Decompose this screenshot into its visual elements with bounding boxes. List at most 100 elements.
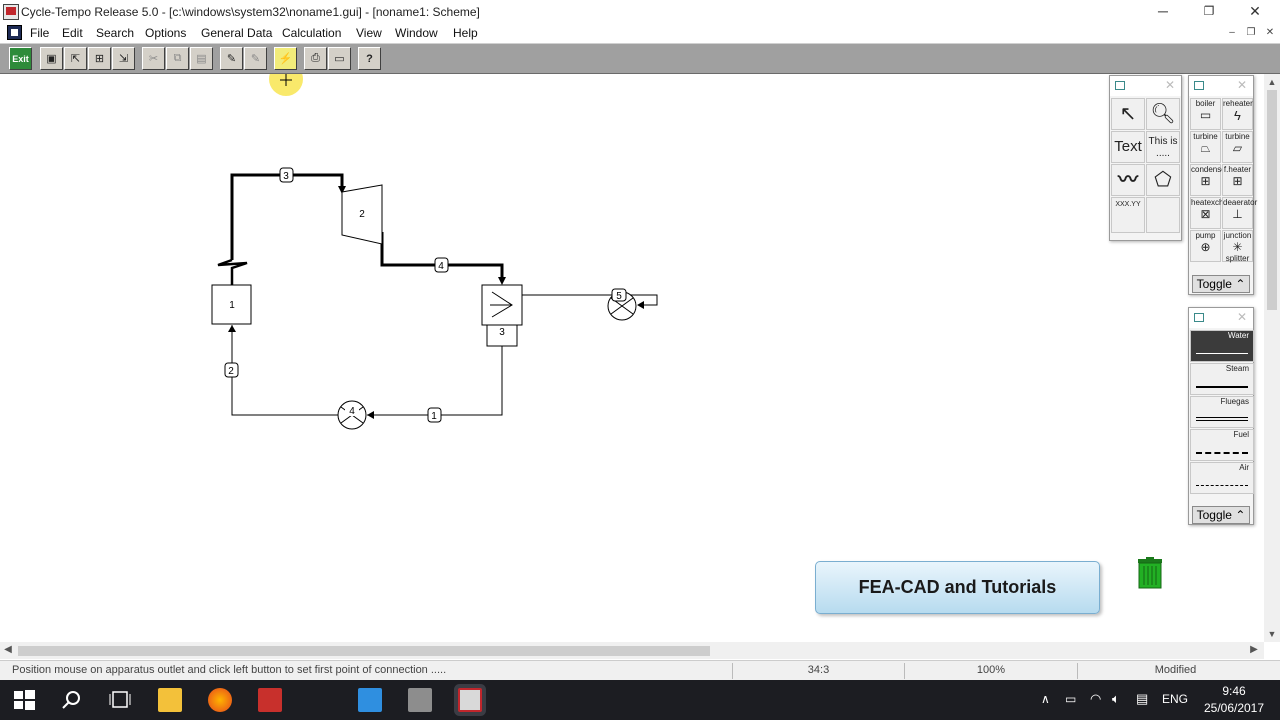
horizontal-scroll-thumb[interactable]	[18, 646, 710, 656]
horizontal-scrollbar[interactable]: ◀ ▶	[0, 642, 1264, 659]
palette-f-heater[interactable]: f.heater ⊞	[1222, 164, 1253, 196]
cooling-water-pipe[interactable]	[522, 294, 658, 309]
pipe-2[interactable]	[228, 325, 338, 416]
palette-boiler[interactable]: boiler ▭	[1190, 98, 1221, 130]
vertical-scrollbar[interactable]: ▲ ▼	[1264, 74, 1280, 642]
pin-icon[interactable]	[1194, 81, 1204, 90]
close-icon[interactable]: ✕	[1237, 78, 1247, 92]
calculate-button[interactable]: ⚡	[274, 47, 297, 70]
open-button[interactable]: ⇱	[64, 47, 87, 70]
mdi-minimize-button[interactable]: –	[1225, 27, 1239, 40]
comment-tool[interactable]: This is .....	[1146, 131, 1180, 163]
menu-file[interactable]: File	[30, 26, 49, 40]
palette-turbine-2[interactable]: turbine ⏥	[1222, 131, 1253, 163]
app-window-icon[interactable]	[358, 688, 382, 712]
status-coordinates: 34:3	[732, 663, 904, 679]
menu-options[interactable]: Options	[145, 26, 186, 40]
svg-text:1: 1	[431, 411, 437, 422]
cycle-tempo-taskbar-icon[interactable]	[458, 688, 482, 712]
chevron-up-icon[interactable]: ∧	[1041, 692, 1050, 706]
file-explorer-icon[interactable]	[158, 688, 182, 712]
shape-tool[interactable]: ⬠	[1146, 164, 1180, 196]
zoom-tool[interactable]: 🔍︎	[1146, 98, 1180, 130]
medium-fuel[interactable]: Fuel	[1190, 429, 1254, 461]
menu-window[interactable]: Window	[395, 26, 438, 40]
pipe-3[interactable]	[217, 173, 346, 285]
menu-help[interactable]: Help	[453, 26, 478, 40]
close-icon[interactable]: ✕	[1165, 78, 1175, 92]
text-tool[interactable]: Text	[1111, 131, 1145, 163]
pin-icon[interactable]	[1194, 313, 1204, 322]
vertical-scroll-thumb[interactable]	[1267, 90, 1277, 310]
medium-steam[interactable]: Steam	[1190, 363, 1254, 395]
cut-button[interactable]: ✂	[142, 47, 165, 70]
scroll-down-icon[interactable]: ▼	[1264, 626, 1280, 642]
scheme-canvas[interactable]: 1 2 3 4 5 3 4 2 1	[0, 62, 1264, 642]
notification-icon[interactable]: ▤	[1136, 691, 1148, 707]
menu-edit[interactable]: Edit	[62, 26, 83, 40]
scroll-right-icon[interactable]: ▶	[1246, 642, 1262, 659]
scroll-left-icon[interactable]: ◀	[0, 642, 16, 659]
flashlight-off-button[interactable]: ✎	[244, 47, 267, 70]
language-indicator[interactable]: ENG	[1162, 692, 1188, 706]
palette-junction[interactable]: junction ✳ splitter	[1222, 230, 1253, 263]
speaker-icon[interactable]: 🔈︎	[1112, 691, 1120, 707]
clock-date[interactable]: 25/06/2017	[1200, 701, 1268, 715]
scroll-up-icon[interactable]: ▲	[1264, 74, 1280, 90]
new-scheme-button[interactable]: ▣	[40, 47, 63, 70]
pin-icon[interactable]	[1115, 81, 1125, 90]
print-button[interactable]: ⎙	[304, 47, 327, 70]
palette-turbine[interactable]: turbine ⏢	[1190, 131, 1221, 163]
search-icon[interactable]	[60, 688, 84, 712]
help-button[interactable]: ?	[358, 47, 381, 70]
copy-button[interactable]: ⧉	[166, 47, 189, 70]
chevron-up-icon: ⌃	[1235, 508, 1246, 522]
windows-start-icon[interactable]	[12, 688, 36, 712]
line-tool[interactable]: 〰	[1111, 164, 1145, 196]
status-bar: Position mouse on apparatus outlet and c…	[0, 660, 1280, 680]
close-icon[interactable]: ✕	[1237, 310, 1247, 324]
select-tool[interactable]: ↖	[1111, 98, 1145, 130]
close-button[interactable]: ✕	[1232, 0, 1278, 24]
print-preview-button[interactable]: ▭	[328, 47, 351, 70]
save-button[interactable]: ⊞	[88, 47, 111, 70]
media-toggle-button[interactable]: Toggle ⌃	[1192, 506, 1250, 524]
mdi-close-button[interactable]: ✕	[1263, 27, 1277, 40]
menu-calculation[interactable]: Calculation	[282, 26, 341, 40]
trash-icon[interactable]	[1136, 557, 1164, 589]
save-as-button[interactable]: ⇲	[112, 47, 135, 70]
medium-water[interactable]: Water	[1190, 330, 1254, 362]
palette-condenser[interactable]: condenser ⊞	[1190, 164, 1228, 196]
medium-air[interactable]: Air	[1190, 462, 1254, 494]
firefox-icon[interactable]	[208, 688, 232, 712]
wifi-icon[interactable]: ◠	[1090, 691, 1101, 707]
exit-button[interactable]: Exit	[9, 47, 32, 70]
task-view-icon[interactable]	[108, 688, 132, 712]
palette-heatexch[interactable]: heatexch ⊠	[1190, 197, 1223, 229]
apparatus-cooling-pump[interactable]: 5	[607, 288, 637, 321]
clock-time[interactable]: 9:46	[1200, 684, 1268, 698]
menu-general-data[interactable]: General Data	[201, 26, 272, 40]
app-book-icon[interactable]	[258, 688, 282, 712]
minimize-button[interactable]: ─	[1140, 0, 1186, 24]
palette-deaerator[interactable]: deaerator ⊥	[1222, 197, 1257, 229]
apparatus-pump[interactable]: 4	[337, 400, 367, 430]
scissors-icon: ✂	[148, 53, 159, 65]
paste-button[interactable]: ▤	[190, 47, 213, 70]
mdi-restore-button[interactable]: ❐	[1244, 27, 1258, 40]
menu-search[interactable]: Search	[96, 26, 134, 40]
apparatus-condenser[interactable]: 3	[481, 284, 523, 347]
apparatus-turbine[interactable]: 2	[341, 184, 383, 245]
flashlight-button[interactable]: ✎	[220, 47, 243, 70]
palette-reheater[interactable]: reheater ϟ	[1222, 98, 1253, 130]
document-icon[interactable]	[7, 25, 22, 40]
restore-button[interactable]: ❐	[1186, 0, 1232, 24]
apparatus-toggle-button[interactable]: Toggle ⌃	[1192, 275, 1250, 293]
apparatus-boiler[interactable]: 1	[211, 284, 252, 325]
medium-fluegas[interactable]: Fluegas	[1190, 396, 1254, 428]
menu-view[interactable]: View	[356, 26, 382, 40]
palette-pump[interactable]: pump ⊕	[1190, 230, 1221, 262]
value-tool[interactable]: XXX.YY	[1111, 197, 1145, 233]
battery-icon[interactable]: ▭	[1065, 692, 1076, 706]
app-grid-icon[interactable]	[408, 688, 432, 712]
